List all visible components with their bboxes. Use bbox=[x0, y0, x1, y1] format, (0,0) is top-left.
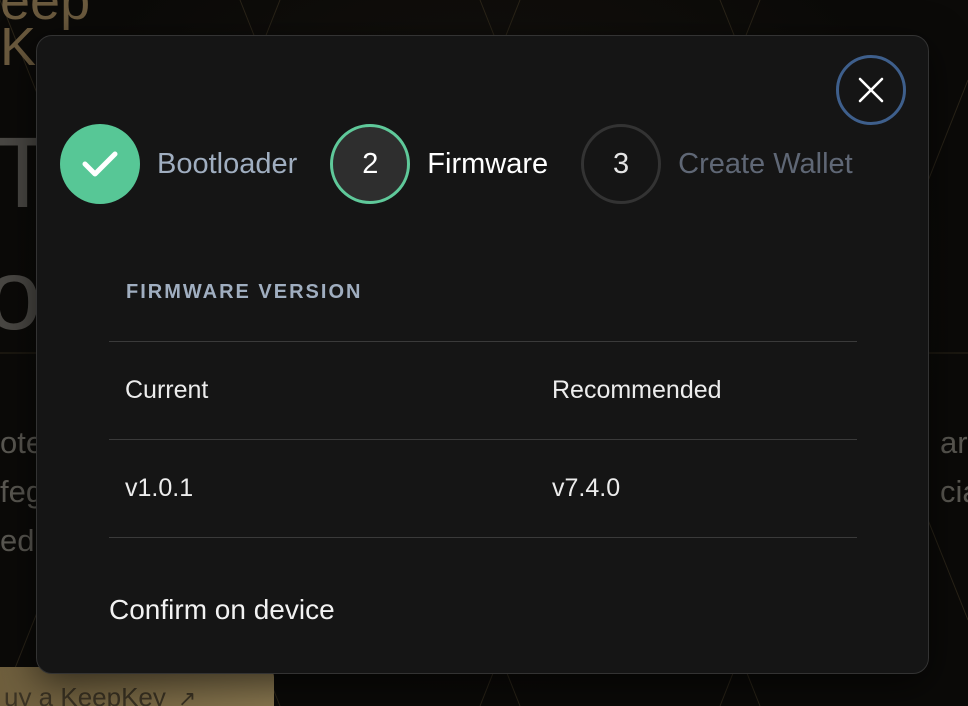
recommended-version-value: v7.4.0 bbox=[552, 474, 621, 502]
table-row: v1.0.1 v7.4.0 bbox=[109, 439, 857, 538]
step-label-firmware: Firmware bbox=[427, 147, 549, 180]
close-icon bbox=[858, 77, 884, 103]
step-create-wallet: 3 Create Wallet bbox=[581, 124, 853, 204]
confirm-on-device-message: Confirm on device bbox=[109, 594, 335, 625]
step-label-create-wallet: Create Wallet bbox=[678, 147, 853, 180]
firmware-version-table: Current Recommended v1.0.1 v7.4.0 bbox=[109, 341, 857, 538]
table-header-row: Current Recommended bbox=[109, 341, 857, 439]
column-header-recommended: Recommended bbox=[552, 376, 722, 404]
step-complete-marker bbox=[60, 124, 140, 204]
check-icon bbox=[82, 151, 118, 177]
external-link-icon: ↗ bbox=[177, 686, 197, 706]
current-version-value: v1.0.1 bbox=[125, 474, 194, 502]
setup-stepper: Bootloader 2 Firmware 3 Create Wallet bbox=[60, 124, 853, 204]
step-firmware: 2 Firmware bbox=[330, 124, 548, 204]
step-bootloader: Bootloader bbox=[60, 124, 297, 204]
step-label-bootloader: Bootloader bbox=[157, 147, 298, 180]
background-text-right: ar cia bbox=[940, 425, 968, 509]
step-number-firmware: 2 bbox=[330, 124, 411, 204]
firmware-update-modal: Bootloader 2 Firmware 3 Create Wallet FI… bbox=[36, 35, 929, 674]
buy-keepkey-label: uy a KeepKey bbox=[4, 682, 166, 706]
step-number-create-wallet: 3 bbox=[581, 124, 662, 204]
firmware-version-heading: FIRMWARE VERSION bbox=[126, 281, 363, 303]
column-header-current: Current bbox=[125, 376, 209, 404]
close-button[interactable] bbox=[836, 55, 906, 125]
